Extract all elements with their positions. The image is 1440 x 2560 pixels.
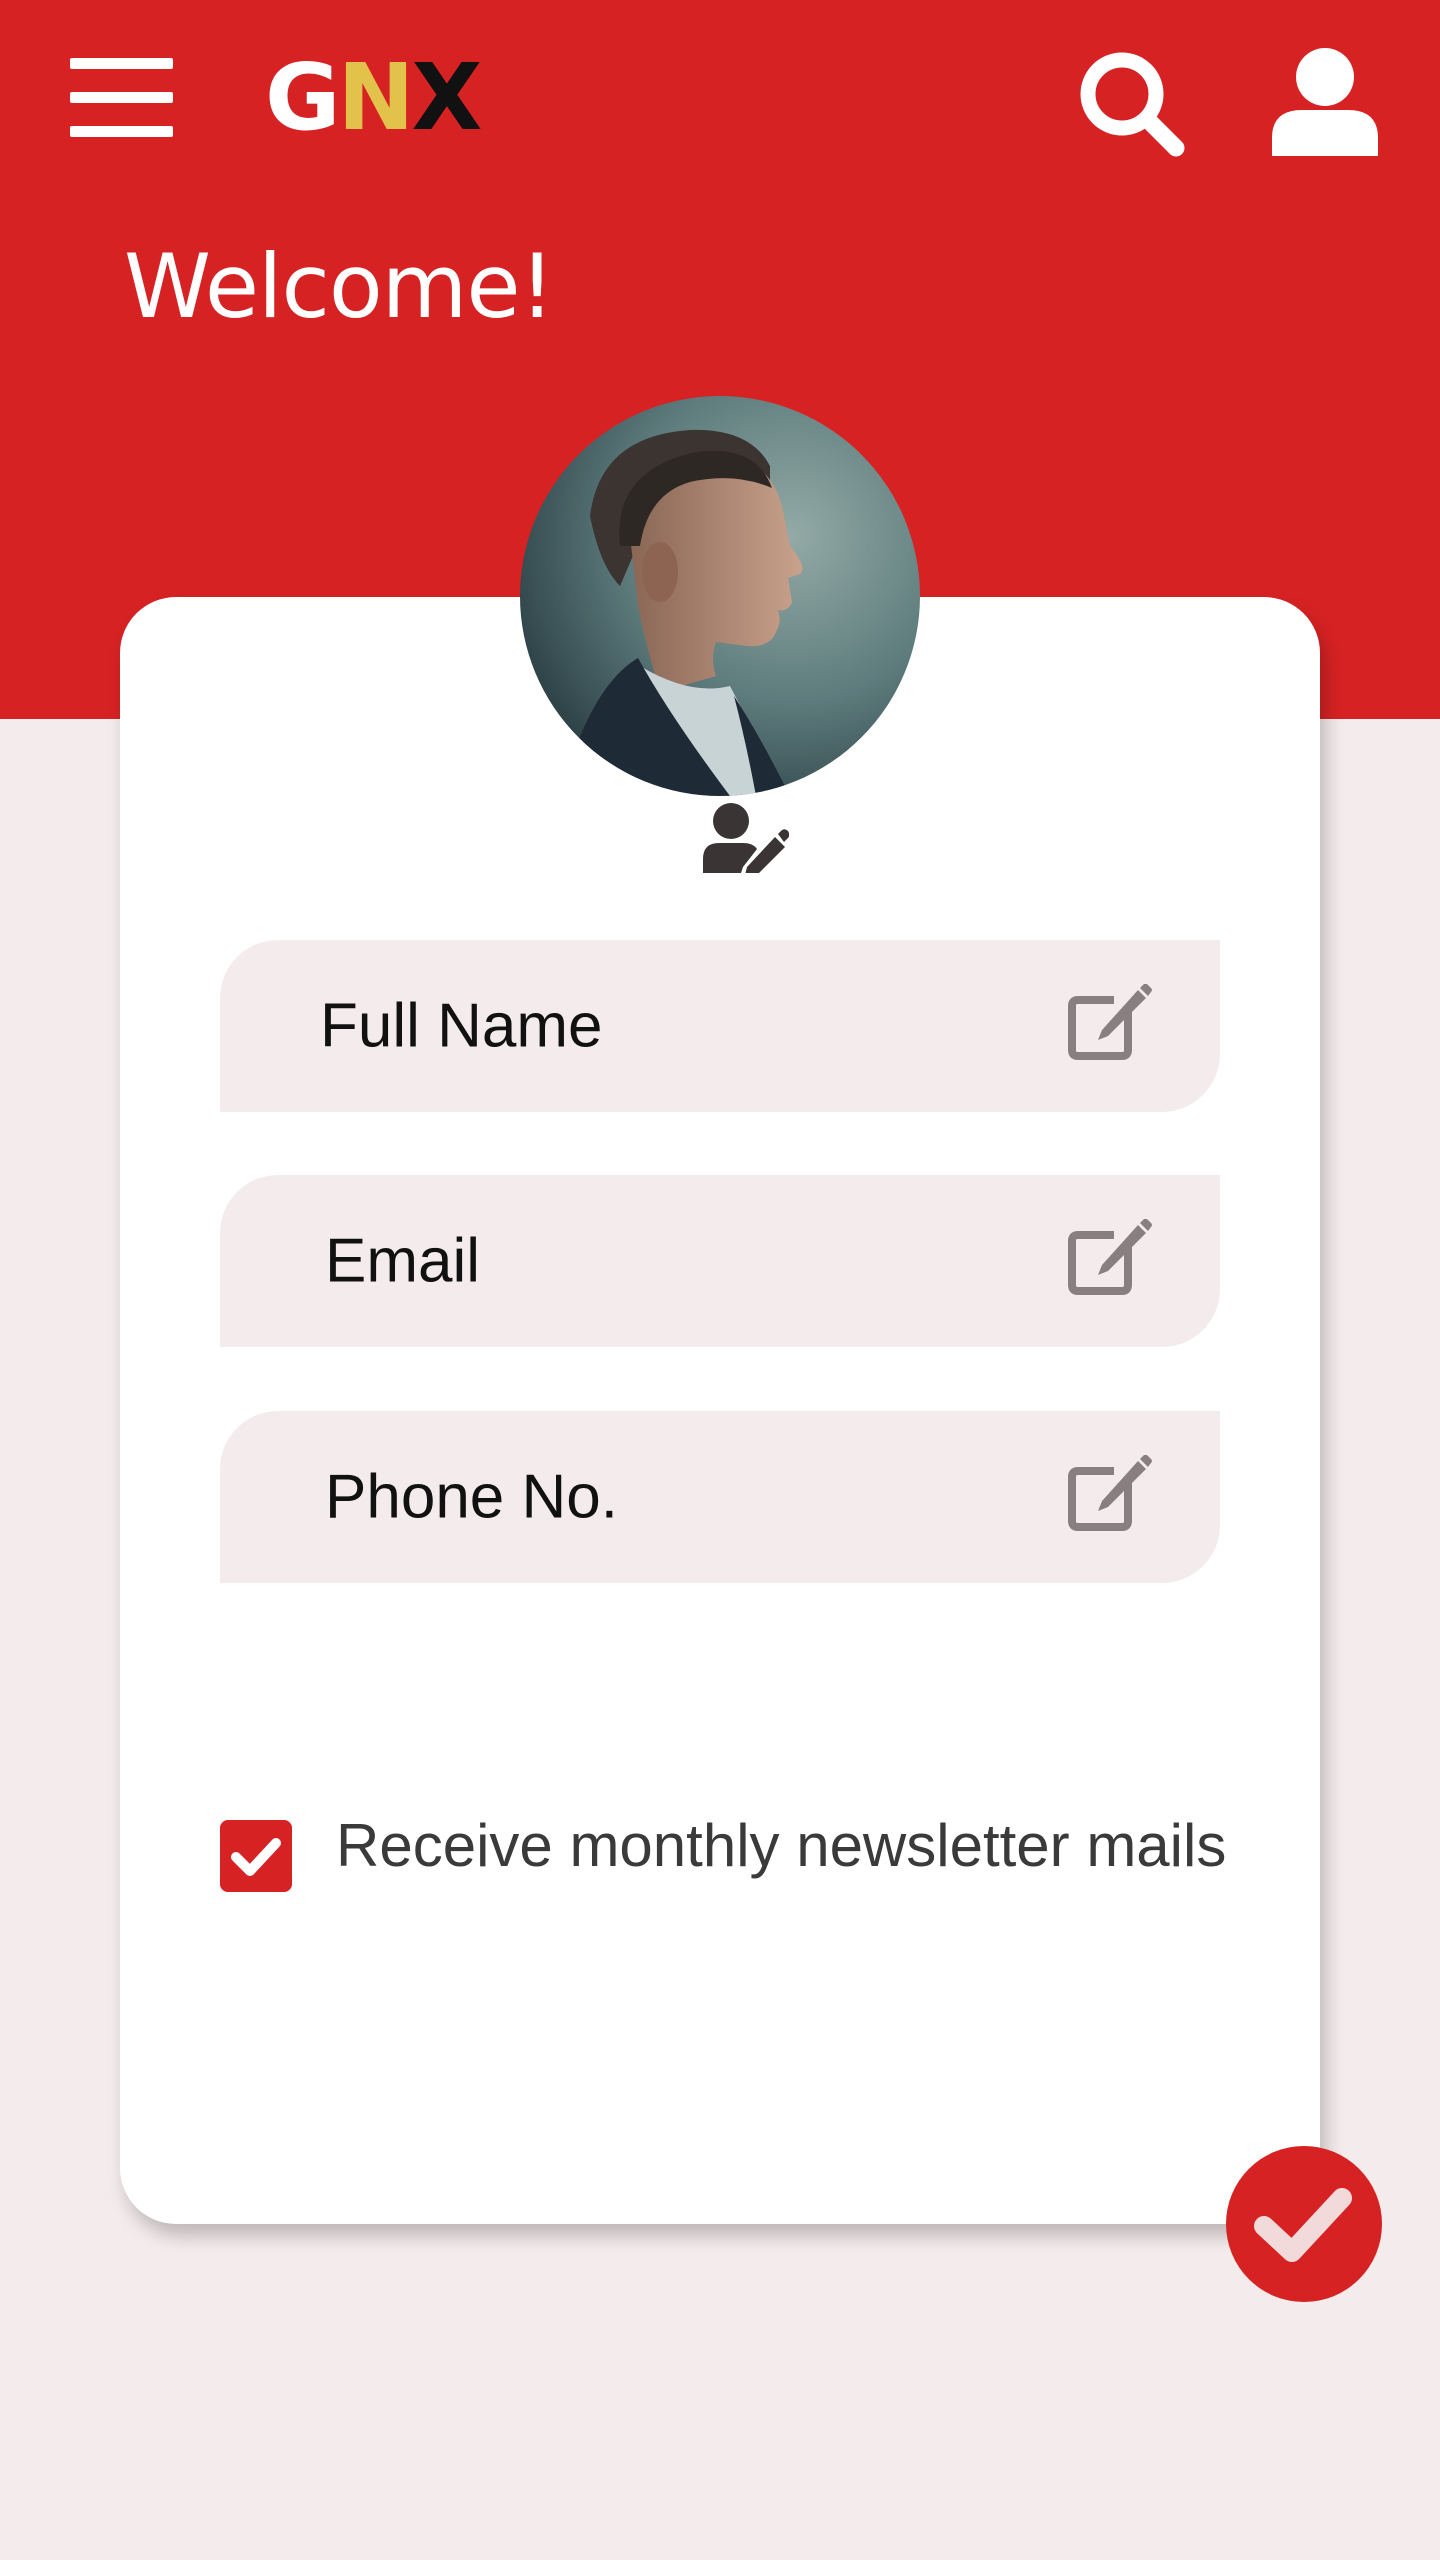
search-icon	[1080, 52, 1185, 157]
checkmark-icon	[231, 1838, 281, 1876]
edit-icon[interactable]	[1068, 1219, 1152, 1295]
email-label: Email	[325, 1226, 481, 1296]
logo-letter-g: G	[265, 44, 340, 151]
full-name-label: Full Name	[320, 991, 603, 1061]
logo-letter-x: X	[411, 44, 483, 151]
user-icon	[1272, 48, 1378, 156]
newsletter-label: Receive monthly newsletter mails	[336, 1812, 1227, 1879]
avatar-photo	[520, 396, 920, 796]
logo-letter-n: N	[337, 44, 415, 151]
confirm-button[interactable]	[1226, 2146, 1382, 2302]
edit-icon[interactable]	[1068, 984, 1152, 1060]
phone-label: Phone No.	[325, 1462, 618, 1532]
avatar[interactable]	[520, 396, 920, 796]
menu-button[interactable]	[70, 58, 173, 138]
check-icon	[1254, 2188, 1352, 2262]
welcome-heading: Welcome!	[124, 235, 555, 338]
newsletter-checkbox[interactable]	[220, 1820, 292, 1892]
app-logo: GNX	[265, 44, 483, 151]
phone-field[interactable]: Phone No.	[220, 1411, 1220, 1583]
edit-photo-button[interactable]	[703, 803, 790, 875]
edit-icon[interactable]	[1068, 1455, 1152, 1531]
profile-button[interactable]	[1272, 46, 1378, 156]
user-edit-icon	[703, 803, 790, 875]
search-button[interactable]	[1078, 50, 1186, 158]
full-name-field[interactable]: Full Name	[220, 940, 1220, 1112]
email-field[interactable]: Email	[220, 1175, 1220, 1347]
